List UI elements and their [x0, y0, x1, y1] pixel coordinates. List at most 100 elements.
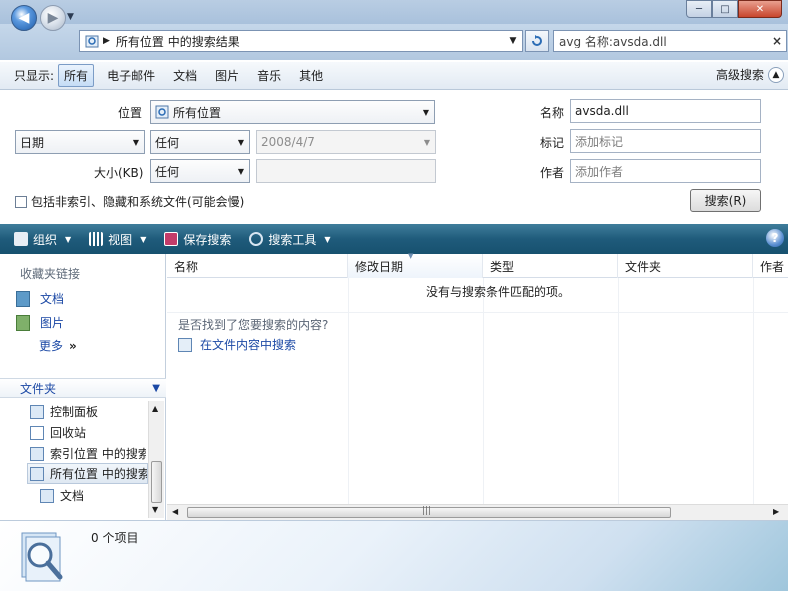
- tags-input[interactable]: 添加标记: [570, 129, 761, 153]
- search-input[interactable]: [559, 34, 768, 48]
- item-count: 0 个项目: [91, 531, 139, 545]
- search-box[interactable]: ×: [553, 30, 787, 52]
- search-folder-icon: [85, 35, 99, 48]
- date-value-picker[interactable]: 2008/4/7 ▼: [256, 130, 436, 154]
- sort-indicator-icon: ▼: [408, 252, 414, 260]
- help-icon[interactable]: ?: [766, 229, 784, 247]
- forward-button[interactable]: ▶: [40, 5, 66, 31]
- documents-icon: [16, 290, 30, 307]
- column-header-folder[interactable]: 文件夹: [618, 254, 753, 278]
- chevron-down-icon: ▼: [65, 234, 72, 244]
- filter-bar: 只显示: 所有 电子邮件 文档 图片 音乐 其他: [0, 62, 788, 90]
- scroll-grip-icon: |||: [422, 506, 432, 516]
- views-icon: [89, 232, 104, 246]
- author-input[interactable]: 添加作者: [570, 159, 761, 183]
- details-pane: 0 个项目: [0, 520, 788, 591]
- chevron-up-icon[interactable]: ▲: [768, 66, 784, 83]
- clear-search-icon[interactable]: ×: [768, 34, 786, 48]
- filter-email[interactable]: 电子邮件: [102, 65, 160, 86]
- column-header-type[interactable]: 类型: [483, 254, 618, 278]
- views-button[interactable]: 视图 ▼: [89, 231, 146, 248]
- recent-pages-chevron-icon[interactable]: ▼: [67, 12, 74, 22]
- checkbox-box[interactable]: [15, 195, 27, 208]
- favorite-link-documents[interactable]: 文档: [16, 290, 64, 307]
- not-found-prompt: 是否找到了您要搜索的内容?: [178, 318, 329, 332]
- column-header-author[interactable]: 作者: [753, 254, 788, 278]
- date-condition-select[interactable]: 任何 ▼: [150, 130, 250, 154]
- filter-all[interactable]: 所有: [58, 64, 95, 87]
- advanced-search-toggle[interactable]: 高级搜索 ▲: [716, 66, 784, 83]
- maximize-button[interactable]: □: [712, 0, 738, 18]
- empty-results-message: 没有与搜索条件匹配的项。: [425, 285, 570, 299]
- column-header-date-modified[interactable]: 修改日期 ▼: [348, 252, 483, 278]
- minimize-button[interactable]: ─: [686, 0, 712, 18]
- include-hidden-checkbox[interactable]: 包括非索引、隐藏和系统文件(可能会慢): [15, 193, 244, 210]
- filter-label: 只显示:: [14, 69, 55, 83]
- breadcrumb-separator-icon[interactable]: ▶: [103, 36, 110, 46]
- folders-scrollbar[interactable]: ▲ ▼: [148, 401, 164, 518]
- chevron-down-icon: ▼: [140, 234, 147, 244]
- folders-header[interactable]: 文件夹 ▼: [0, 378, 166, 398]
- control-panel-icon: [30, 404, 44, 419]
- size-condition-select[interactable]: 任何 ▼: [150, 159, 250, 183]
- filter-music[interactable]: 音乐: [252, 65, 286, 86]
- filter-documents[interactable]: 文档: [168, 65, 202, 86]
- search-tools-button[interactable]: 搜索工具 ▼: [249, 231, 331, 248]
- favorite-link-pictures[interactable]: 图片: [16, 314, 64, 331]
- recycle-bin-icon: [30, 425, 44, 440]
- saved-search-icon: [21, 532, 63, 582]
- size-value-input[interactable]: [256, 159, 436, 183]
- search-folder-icon: [30, 446, 44, 461]
- tree-item-indexed-search[interactable]: 索引位置 中的搜索: [30, 443, 146, 464]
- column-headers: 名称 修改日期 ▼ 类型 文件夹 作者: [167, 252, 788, 278]
- scroll-left-icon[interactable]: ◀: [172, 507, 178, 516]
- scrollbar-thumb[interactable]: [151, 461, 162, 503]
- save-search-button[interactable]: 保存搜索: [164, 231, 231, 248]
- horizontal-scrollbar[interactable]: ◀ ||| ▶: [167, 504, 788, 520]
- back-button[interactable]: ◀: [11, 5, 37, 31]
- search-folder-icon: [30, 466, 44, 481]
- address-text[interactable]: 所有位置 中的搜索结果: [116, 33, 504, 50]
- chevron-down-icon: ▼: [237, 166, 245, 176]
- scroll-up-icon[interactable]: ▲: [152, 404, 158, 413]
- tags-label: 标记: [540, 136, 565, 150]
- organize-icon: [14, 232, 28, 246]
- column-header-name[interactable]: 名称: [167, 254, 348, 278]
- scrollbar-thumb[interactable]: |||: [187, 506, 671, 518]
- address-bar[interactable]: ▶ 所有位置 中的搜索结果 ▼: [79, 30, 523, 52]
- chevron-down-icon: ▼: [324, 234, 331, 244]
- search-button[interactable]: 搜索(R): [690, 189, 761, 212]
- address-dropdown-icon[interactable]: ▼: [504, 36, 522, 46]
- search-folder-icon: [178, 337, 192, 352]
- chevron-down-icon: ▼: [152, 382, 160, 394]
- scroll-down-icon[interactable]: ▼: [152, 505, 158, 514]
- filter-pictures[interactable]: 图片: [210, 65, 244, 86]
- search-location-icon: [155, 105, 169, 119]
- refresh-button[interactable]: [525, 30, 549, 52]
- chevron-down-icon: ▼: [237, 137, 245, 147]
- organize-button[interactable]: 组织 ▼: [14, 231, 71, 248]
- size-label: 大小(KB): [94, 166, 144, 180]
- filter-other[interactable]: 其他: [294, 65, 328, 86]
- chevron-down-icon: ▼: [422, 107, 430, 117]
- chevron-down-icon: ▼: [132, 137, 140, 147]
- title-bar: [0, 0, 788, 24]
- tree-item-all-locations-search[interactable]: 所有位置 中的搜索: [27, 463, 148, 484]
- location-select[interactable]: 所有位置 ▼: [150, 100, 435, 124]
- close-button[interactable]: ✕: [738, 0, 782, 18]
- scroll-right-icon[interactable]: ▶: [773, 507, 779, 516]
- tree-item-documents[interactable]: 文档: [40, 485, 146, 506]
- file-list-pane: 名称 修改日期 ▼ 类型 文件夹 作者 没有与搜索条件匹配的项。 是否找到了您要…: [167, 252, 788, 520]
- tree-item-recycle-bin[interactable]: 回收站: [30, 422, 146, 443]
- tree-item-control-panel[interactable]: 控制面板: [30, 401, 146, 422]
- advanced-search-label: 高级搜索: [715, 68, 764, 82]
- include-hidden-label: 包括非索引、隐藏和系统文件(可能会慢): [31, 195, 245, 209]
- search-in-file-contents-link[interactable]: 在文件内容中搜索: [178, 336, 296, 353]
- search-tools-icon: [249, 232, 264, 246]
- more-links[interactable]: 更多»: [39, 337, 77, 354]
- chevron-down-icon: ▼: [423, 137, 431, 147]
- refresh-icon: [532, 35, 542, 46]
- command-bar: 组织 ▼ 视图 ▼ 保存搜索 搜索工具 ▼: [0, 224, 788, 254]
- date-field-select[interactable]: 日期 ▼: [15, 130, 145, 154]
- name-input[interactable]: avsda.dll: [570, 99, 761, 123]
